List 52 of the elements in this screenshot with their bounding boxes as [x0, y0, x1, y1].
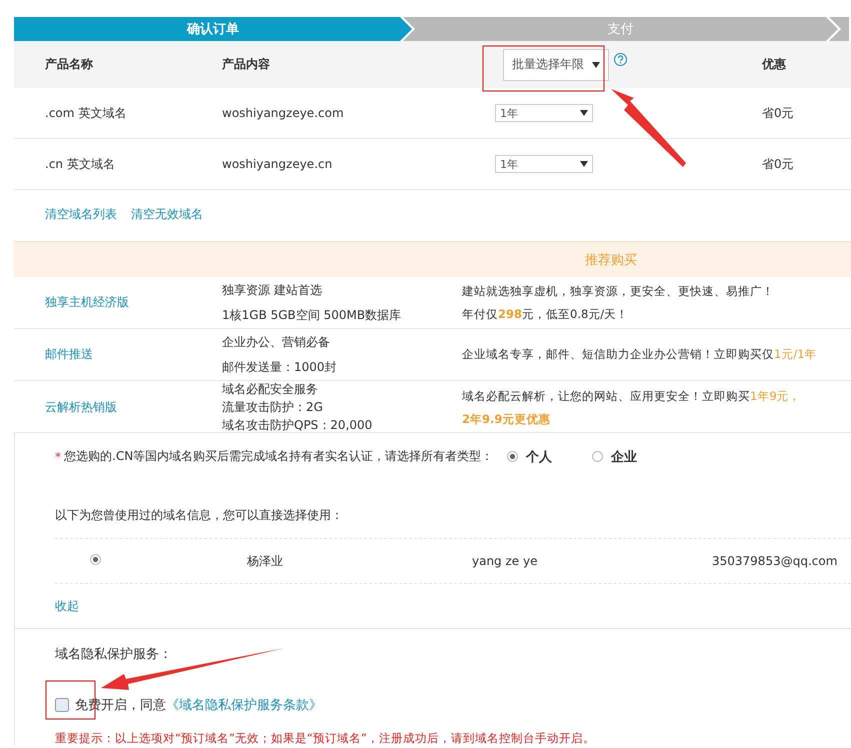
radio-button[interactable]	[507, 451, 518, 462]
table-cell-text: 省0元	[762, 156, 795, 172]
caret-icon	[580, 161, 588, 167]
table-cell-text: .com 英文域名	[44, 104, 128, 122]
radio-button[interactable]	[90, 554, 101, 565]
feature-text: 邮件发送量：1000封	[222, 358, 338, 376]
table-cell-text: .cn 英文域名	[44, 156, 116, 172]
section-label: 域名隐私保护服务：	[55, 646, 173, 663]
column-header: 产品名称	[44, 56, 94, 73]
warning-text: 重要提示：以上选项对“预订域名”无效；如果是“预订域名”，注册成功后，请到域名控制台手动开启。	[55, 731, 596, 746]
radio-label: 个人	[526, 448, 552, 466]
feature-text: 1核1GB 5GB空间 500MB数据库	[222, 306, 402, 324]
promo-text: 企业域名专享，邮件、短信助力企业办公营销！立即购买仅1元/1年	[462, 347, 818, 362]
caret-icon	[580, 110, 588, 116]
feature-text: 域名攻击防护QPS：20,000	[222, 417, 374, 434]
link[interactable]: 清空域名列表	[45, 206, 117, 222]
prompt-text: 您选购的.CN等国内域名购买后需完成域名持有者实名认证，请选择所有者类型：	[64, 448, 494, 465]
step-tab[interactable]: 确认订单	[14, 17, 412, 41]
column-header: 优惠	[762, 56, 787, 73]
promo-text: 建站就选独享虚机，独享资源，更安全、更快速、易推广！	[462, 284, 775, 298]
radio-button[interactable]	[592, 451, 604, 462]
promo-text: 域名必配云解析，让您的网站、应用更安全！立即购买1年9元，	[462, 388, 802, 404]
term-dropdown[interactable]: 1年	[495, 104, 593, 122]
step-tab[interactable]: 支付	[403, 17, 838, 41]
table-cell-text: 省0元	[762, 104, 795, 122]
feature-text: 流量攻击防护：2G	[222, 399, 324, 416]
required-mark: *	[55, 450, 61, 464]
product-link[interactable]: 邮件推送	[14, 346, 222, 363]
collapse-link[interactable]: 收起	[55, 598, 79, 614]
contact-email: 350379853@qq.com	[712, 554, 838, 568]
terms-link[interactable]: 《域名隐私保护服务条款》	[166, 698, 322, 713]
product-link[interactable]: 云解析热销版	[14, 399, 222, 416]
caret-icon	[592, 62, 600, 68]
feature-text: 企业办公、营销必备	[222, 334, 331, 350]
checkbox[interactable]	[55, 698, 69, 712]
contact-name: 杨泽业	[247, 552, 284, 570]
table-cell-text: woshiyangzeye.com	[222, 106, 345, 120]
feature-text: 独享资源 建站首选	[222, 282, 323, 298]
promo-text: 年付仅298元，低至0.8元/天！	[462, 306, 630, 322]
radio-label: 企业	[611, 448, 638, 466]
promo-text: 2年9.9元更优惠	[462, 412, 552, 426]
feature-text: 域名必配安全服务	[222, 381, 319, 398]
product-link[interactable]: 独享主机经济版	[14, 294, 222, 311]
bulk-term-dropdown[interactable]: 批量选择年限	[503, 48, 609, 80]
section-title: 推荐购买	[585, 252, 637, 268]
term-dropdown[interactable]: 1年	[495, 155, 593, 173]
help-icon[interactable]	[614, 53, 627, 66]
table-cell-text: woshiyangzeye.cn	[222, 157, 334, 171]
link[interactable]: 清空无效域名	[131, 206, 203, 222]
info-text: 以下为您曾使用过的域名信息，您可以直接选择使用：	[55, 507, 344, 524]
contact-name: yang ze ye	[472, 554, 538, 568]
column-header: 产品内容	[222, 56, 271, 73]
